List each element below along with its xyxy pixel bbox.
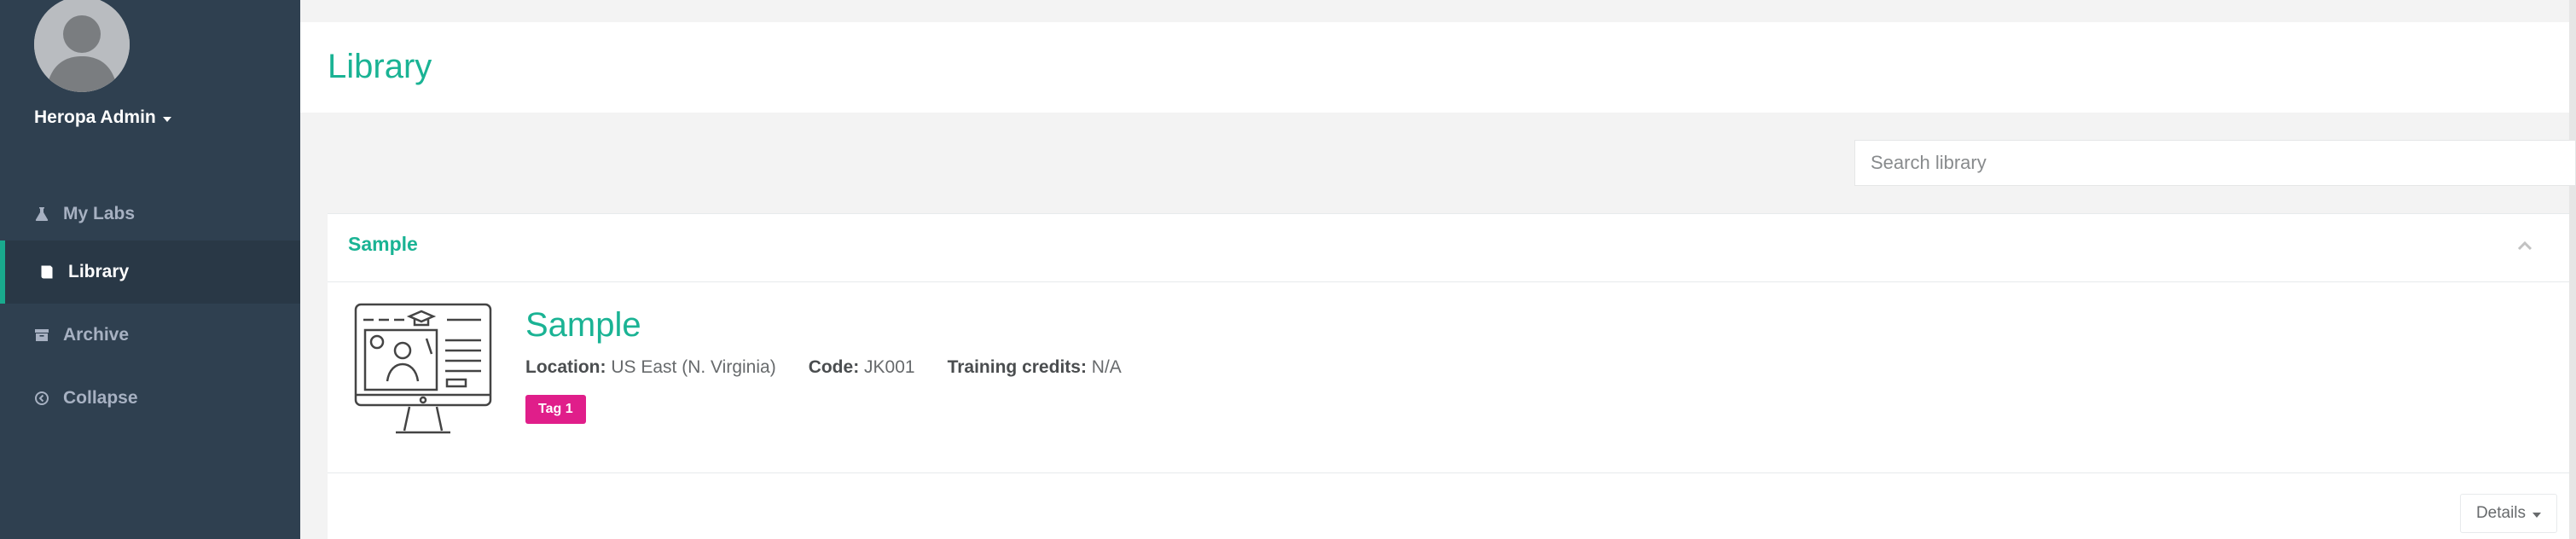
divider	[328, 472, 2569, 473]
book-icon	[39, 264, 55, 280]
page-title: Library	[328, 48, 432, 85]
sidebar-item-library[interactable]: Library	[0, 241, 300, 304]
scrollbar[interactable]	[2569, 0, 2576, 539]
sidebar-item-collapse[interactable]: Collapse	[0, 367, 300, 430]
collapse-circle-icon	[34, 391, 49, 406]
sidebar-item-label: Archive	[63, 325, 130, 345]
lab-location: Location: US East (N. Virginia)	[525, 357, 776, 378]
lab-title-link[interactable]: Sample	[525, 306, 641, 345]
page-heading: Library	[300, 22, 2576, 113]
library-panel: Sample Sample Location: US East (N. Virg…	[328, 213, 2569, 539]
caret-down-icon	[162, 116, 171, 122]
panel-header[interactable]: Sample	[328, 214, 2569, 282]
user-name: Heropa Admin	[34, 107, 156, 127]
location-label: Location:	[525, 357, 606, 377]
lab-thumbnail-computer-icon	[353, 299, 493, 439]
top-navbar	[300, 0, 2576, 22]
chevron-up-icon[interactable]	[2515, 236, 2535, 257]
code-value: JK001	[864, 357, 915, 377]
flask-icon	[34, 206, 49, 222]
details-dropdown-button[interactable]: Details	[2460, 494, 2557, 533]
sidebar-item-my-labs[interactable]: My Labs	[0, 183, 300, 246]
location-value: US East (N. Virginia)	[611, 357, 776, 377]
archive-icon	[34, 327, 49, 343]
lab-meta: Location: US East (N. Virginia) Code: JK…	[525, 357, 1122, 378]
caret-down-icon	[2532, 512, 2542, 518]
tag-badge: Tag 1	[525, 395, 586, 424]
search-input[interactable]	[1854, 140, 2576, 186]
sidebar-item-archive[interactable]: Archive	[0, 304, 300, 367]
sidebar-item-label: Library	[68, 262, 130, 281]
user-silhouette-icon	[34, 0, 130, 92]
credits-value: N/A	[1091, 357, 1122, 377]
avatar[interactable]	[34, 0, 130, 92]
panel-title: Sample	[348, 233, 418, 255]
lab-code: Code: JK001	[809, 357, 915, 378]
user-menu-toggle[interactable]: Heropa Admin	[34, 107, 171, 128]
details-label: Details	[2475, 504, 2527, 522]
sidebar-item-label: My Labs	[63, 204, 136, 223]
code-label: Code:	[808, 357, 860, 377]
sidebar: Heropa Admin My Labs Library Archive Col…	[0, 0, 300, 539]
sidebar-item-label: Collapse	[63, 388, 138, 408]
credits-label: Training credits:	[947, 357, 1087, 377]
lab-credits: Training credits: N/A	[948, 357, 1122, 378]
app-root: Heropa Admin My Labs Library Archive Col…	[0, 0, 2576, 539]
